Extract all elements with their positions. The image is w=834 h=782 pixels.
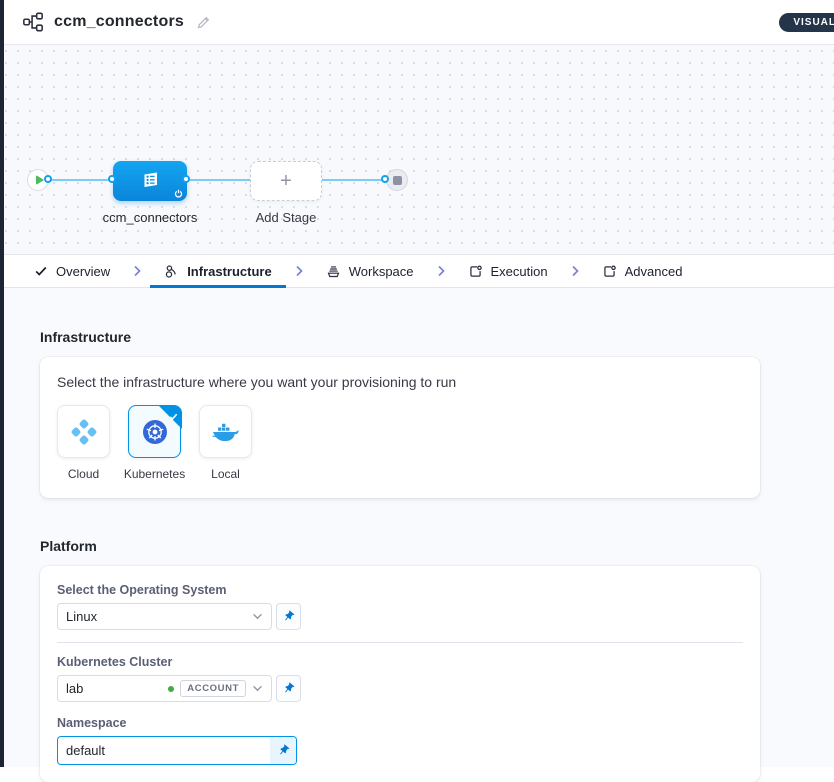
tab-advanced[interactable]: Advanced (588, 255, 697, 287)
chevron-right-icon (562, 255, 588, 287)
tab-label: Execution (491, 264, 548, 279)
field-divider (57, 642, 743, 643)
cluster-field-label: Kubernetes Cluster (57, 655, 743, 669)
play-icon (36, 175, 44, 185)
namespace-field-label: Namespace (57, 716, 743, 730)
selected-check-icon (169, 408, 178, 426)
page-title: ccm_connectors (54, 13, 184, 31)
collapsed-sidebar-strip[interactable] (0, 0, 4, 767)
cluster-select[interactable]: lab ACCOUNT (57, 675, 272, 702)
tab-overview[interactable]: Overview (20, 255, 124, 287)
option-card-local[interactable] (199, 405, 252, 458)
pipeline-canvas[interactable]: ccm_connectors + Add Stage (0, 45, 834, 255)
edge-start-to-stage (49, 179, 113, 181)
option-local[interactable]: Local (199, 405, 252, 481)
tab-label: Advanced (625, 264, 683, 279)
option-kubernetes[interactable]: Kubernetes (128, 405, 181, 481)
tab-execution[interactable]: Execution (454, 255, 562, 287)
conditional-execution-icon (174, 189, 183, 198)
option-label-kubernetes: Kubernetes (124, 467, 185, 481)
cluster-select-value: lab (66, 681, 162, 696)
advanced-icon (602, 264, 617, 279)
pin-icon (274, 741, 292, 759)
option-card-kubernetes[interactable] (128, 405, 181, 458)
infrastructure-icon (164, 264, 179, 279)
cloud-icon (69, 417, 99, 447)
cluster-fixed-value-pin-button[interactable] (276, 675, 301, 702)
namespace-fixed-value-pin-button[interactable] (270, 737, 296, 764)
workspace-icon (326, 264, 341, 279)
namespace-input-value: default (58, 743, 270, 758)
tab-infrastructure[interactable]: Infrastructure (150, 255, 286, 287)
stage-node-ccm-connectors[interactable] (113, 161, 187, 201)
os-select[interactable]: Linux (57, 603, 272, 630)
tab-label: Infrastructure (187, 264, 272, 279)
option-label-cloud: Cloud (68, 467, 99, 481)
option-label-local: Local (211, 467, 240, 481)
pipeline-end-node[interactable] (386, 169, 408, 191)
chevron-right-icon (428, 255, 454, 287)
add-stage-label: Add Stage (246, 210, 326, 225)
tab-label: Workspace (349, 264, 414, 279)
scope-badge: ACCOUNT (180, 680, 246, 697)
chevron-down-icon (252, 685, 263, 692)
edit-pencil-icon[interactable] (196, 14, 212, 30)
tab-workspace[interactable]: Workspace (312, 255, 428, 287)
infrastructure-options: Cloud Kub (57, 405, 743, 481)
infrastructure-card: Select the infrastructure where you want… (40, 357, 760, 498)
connector-status-dot (168, 686, 174, 692)
check-icon (34, 264, 48, 278)
namespace-input[interactable]: default (57, 736, 297, 765)
edge-addstage-to-end (322, 179, 386, 181)
docker-icon (211, 420, 241, 444)
cluster-field-row: lab ACCOUNT (57, 675, 743, 702)
add-stage-button[interactable]: + (250, 161, 322, 201)
stage-config-tabbar: Overview Infrastructure Workspace Execut… (0, 255, 834, 288)
platform-heading: Platform (40, 538, 794, 554)
stop-icon (393, 176, 402, 185)
port-end-left[interactable] (381, 175, 389, 183)
chevron-right-icon (286, 255, 312, 287)
os-field-row: Linux (57, 603, 743, 630)
os-select-value: Linux (66, 609, 246, 624)
port-stage-right[interactable] (182, 175, 190, 183)
platform-card: Select the Operating System Linux Kubern… (40, 566, 760, 782)
execution-icon (468, 264, 483, 279)
infrastructure-heading: Infrastructure (40, 329, 794, 345)
port-stage-left[interactable] (108, 175, 116, 183)
chevron-down-icon (252, 613, 263, 620)
edge-stage-to-addstage (187, 179, 250, 181)
pin-icon (279, 607, 297, 625)
stage-config-content: Infrastructure Select the infrastructure… (0, 288, 834, 767)
plus-icon: + (280, 170, 292, 193)
pin-icon (279, 679, 297, 697)
option-cloud[interactable]: Cloud (57, 405, 110, 481)
os-fixed-value-pin-button[interactable] (276, 603, 301, 630)
visual-yaml-toggle[interactable]: VISUAL (779, 13, 834, 32)
chevron-right-icon (124, 255, 150, 287)
pipeline-header: ccm_connectors VISUAL (0, 0, 834, 45)
os-field-label: Select the Operating System (57, 583, 743, 597)
port-start-right[interactable] (44, 175, 52, 183)
pipeline-icon (22, 11, 44, 33)
infrastructure-description: Select the infrastructure where you want… (57, 374, 743, 390)
stage-node-label: ccm_connectors (90, 210, 210, 225)
stage-type-icon (139, 170, 161, 192)
option-card-cloud[interactable] (57, 405, 110, 458)
tab-label: Overview (56, 264, 110, 279)
